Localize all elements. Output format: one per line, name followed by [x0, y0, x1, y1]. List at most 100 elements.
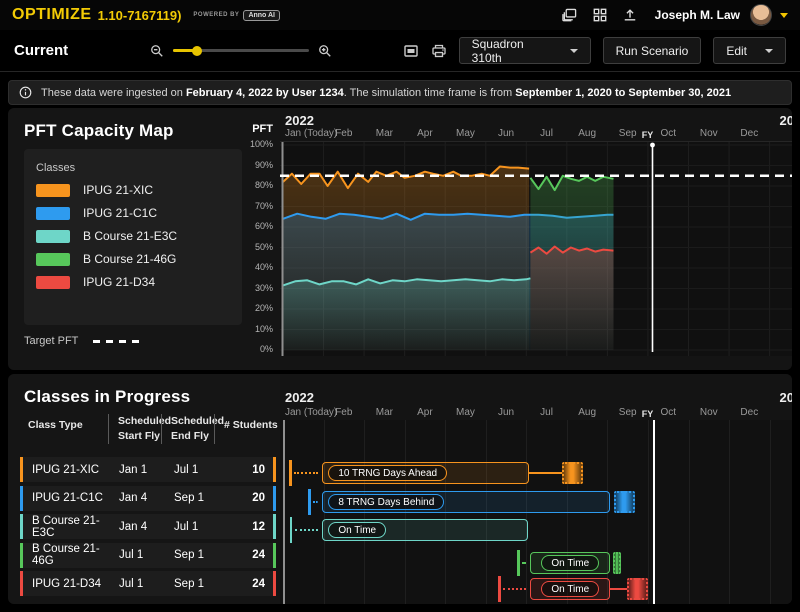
year-label-left: 2022 — [285, 390, 314, 405]
edit-chevron-down-icon — [765, 49, 773, 53]
gantt-end-block[interactable] — [613, 552, 622, 574]
gantt-lead-line — [295, 529, 318, 531]
info-banner: These data were ingested on February 4, … — [8, 80, 792, 105]
squadron-select-value: Squadron 310th — [472, 37, 556, 65]
pft-plot — [280, 142, 792, 356]
fy-line — [653, 420, 655, 604]
cell-students: 24 — [232, 549, 273, 561]
table-row[interactable]: IPUG 21-C1CJan 4Sep 120 — [20, 486, 276, 511]
cell-start-fly: Jan 1 — [119, 464, 174, 476]
month-label: Jul — [540, 407, 553, 418]
col-class-type: Class Type — [8, 414, 108, 444]
target-pft-label: Target PFT — [24, 335, 78, 347]
zoom-slider-thumb[interactable] — [192, 46, 202, 56]
month-label: May — [456, 128, 475, 139]
squadron-chevron-down-icon — [570, 49, 578, 53]
pft-axis-tick: 20% — [255, 303, 273, 313]
month-label: Mar — [376, 407, 393, 418]
gantt-end-block[interactable] — [614, 491, 635, 513]
pft-axis-tick: 60% — [255, 221, 273, 231]
print-icon[interactable] — [431, 43, 447, 59]
year-label-right: 20 — [780, 390, 792, 405]
run-scenario-button[interactable]: Run Scenario — [603, 37, 702, 64]
today-line — [283, 420, 285, 604]
year-label-left: 2022 — [285, 113, 314, 128]
gantt-start-tick — [290, 517, 293, 543]
cell-end-fly: Jul 1 — [174, 521, 232, 533]
month-label: Mar — [376, 128, 393, 139]
month-label: Aug — [578, 407, 596, 418]
app-header: OPTIMIZE 1.10-7167119) POWERED BY Anno A… — [0, 0, 800, 30]
gantt-bar[interactable]: 10 TRNG Days Ahead — [322, 462, 529, 484]
table-row[interactable]: IPUG 21-XICJan 1Jul 110 — [20, 457, 276, 482]
gantt-plot: 10 TRNG Days Ahead 8 TRNG Days Behind On T… — [280, 420, 792, 604]
table-row[interactable]: IPUG 21-D34Jul 1Sep 124 — [20, 571, 276, 596]
upload-icon[interactable] — [623, 8, 637, 22]
gantt-end-block[interactable] — [562, 462, 583, 484]
gantt-gridline — [770, 420, 771, 604]
cell-start-fly: Jan 4 — [119, 492, 174, 504]
legend-item[interactable]: B Course 21-46G — [36, 252, 230, 266]
zoom-out-icon[interactable] — [150, 44, 164, 58]
edit-button[interactable]: Edit — [713, 37, 786, 64]
classes-legend: Classes IPUG 21-XIC IPUG 21-C1C B Course 2… — [24, 149, 242, 325]
gantt-bar[interactable]: On Time — [530, 578, 610, 600]
gantt-status-badge: On Time — [541, 555, 599, 571]
gantt-connector — [610, 588, 627, 590]
legend-item-label: IPUG 21-D34 — [83, 275, 155, 289]
avatar[interactable] — [750, 4, 772, 26]
legend-swatch — [36, 230, 70, 243]
legend-item[interactable]: B Course 21-E3C — [36, 229, 230, 243]
legend-item[interactable]: IPUG 21-XIC — [36, 183, 230, 197]
pft-axis-tick: 10% — [255, 324, 273, 334]
gantt-bar[interactable]: On Time — [322, 519, 528, 541]
classes-in-progress-panel: Classes in Progress Class Type Scheduled… — [8, 374, 792, 604]
legend-item-label: B Course 21-E3C — [83, 229, 177, 243]
user-name: Joseph M. Law — [655, 8, 740, 22]
classes-panel-title: Classes in Progress — [8, 374, 280, 407]
gantt-bar[interactable]: 8 TRNG Days Behind — [322, 491, 610, 513]
user-menu-chevron-down-icon[interactable] — [780, 13, 788, 18]
legend-swatch — [36, 253, 70, 266]
pft-axis-tick: 70% — [255, 201, 273, 211]
cell-end-fly: Jul 1 — [174, 464, 232, 476]
zoom-slider-track[interactable] — [173, 49, 309, 52]
legend-swatch — [36, 184, 70, 197]
legend-title: Classes — [36, 162, 230, 174]
zoom-slider — [150, 44, 332, 58]
legend-swatch — [36, 276, 70, 289]
legend-item[interactable]: IPUG 21-D34 — [36, 275, 230, 289]
zoom-in-icon[interactable] — [318, 44, 332, 58]
gantt-start-tick — [498, 576, 501, 602]
app-logo: OPTIMIZE — [12, 6, 92, 24]
pft-axis-tick: 30% — [255, 283, 273, 293]
windows-icon[interactable] — [562, 8, 577, 23]
anno-ai-badge: Anno AI — [243, 10, 280, 21]
cell-end-fly: Sep 1 — [174, 549, 232, 561]
pft-axis-tick: 80% — [255, 180, 273, 190]
table-row[interactable]: B Course 21-46GJul 1Sep 124 — [20, 543, 276, 568]
month-label: Apr — [417, 128, 433, 139]
pft-axis-tick: 0% — [260, 344, 273, 354]
gantt-status-badge: 10 TRNG Days Ahead — [328, 465, 447, 481]
gantt-status-badge: On Time — [541, 581, 599, 597]
cell-class-type: IPUG 21-XIC — [23, 464, 119, 476]
month-label: Feb — [335, 407, 352, 418]
year-label-right: 20 — [780, 113, 792, 128]
cell-class-type: IPUG 21-D34 — [23, 578, 119, 590]
squadron-select[interactable]: Squadron 310th — [459, 37, 591, 64]
comment-icon[interactable] — [403, 43, 419, 59]
pft-axis-tick: 90% — [255, 160, 273, 170]
table-row[interactable]: B Course 21-E3CJan 4Jul 112 — [20, 514, 276, 539]
gantt-end-block[interactable] — [627, 578, 648, 600]
app-version: 1.10-7167119) — [98, 8, 182, 23]
gantt-bar[interactable]: On Time — [530, 552, 610, 574]
legend-item[interactable]: IPUG 21-C1C — [36, 206, 230, 220]
gantt-start-tick — [289, 460, 292, 486]
month-label: Jul — [540, 128, 553, 139]
legend-item-label: IPUG 21-C1C — [83, 206, 157, 220]
gantt-connector — [529, 472, 562, 474]
gantt-lead-line — [522, 562, 526, 564]
grid-icon[interactable] — [593, 8, 607, 22]
pft-capacity-panel: PFT Capacity Map Classes IPUG 21-XICIPUG… — [8, 108, 792, 370]
